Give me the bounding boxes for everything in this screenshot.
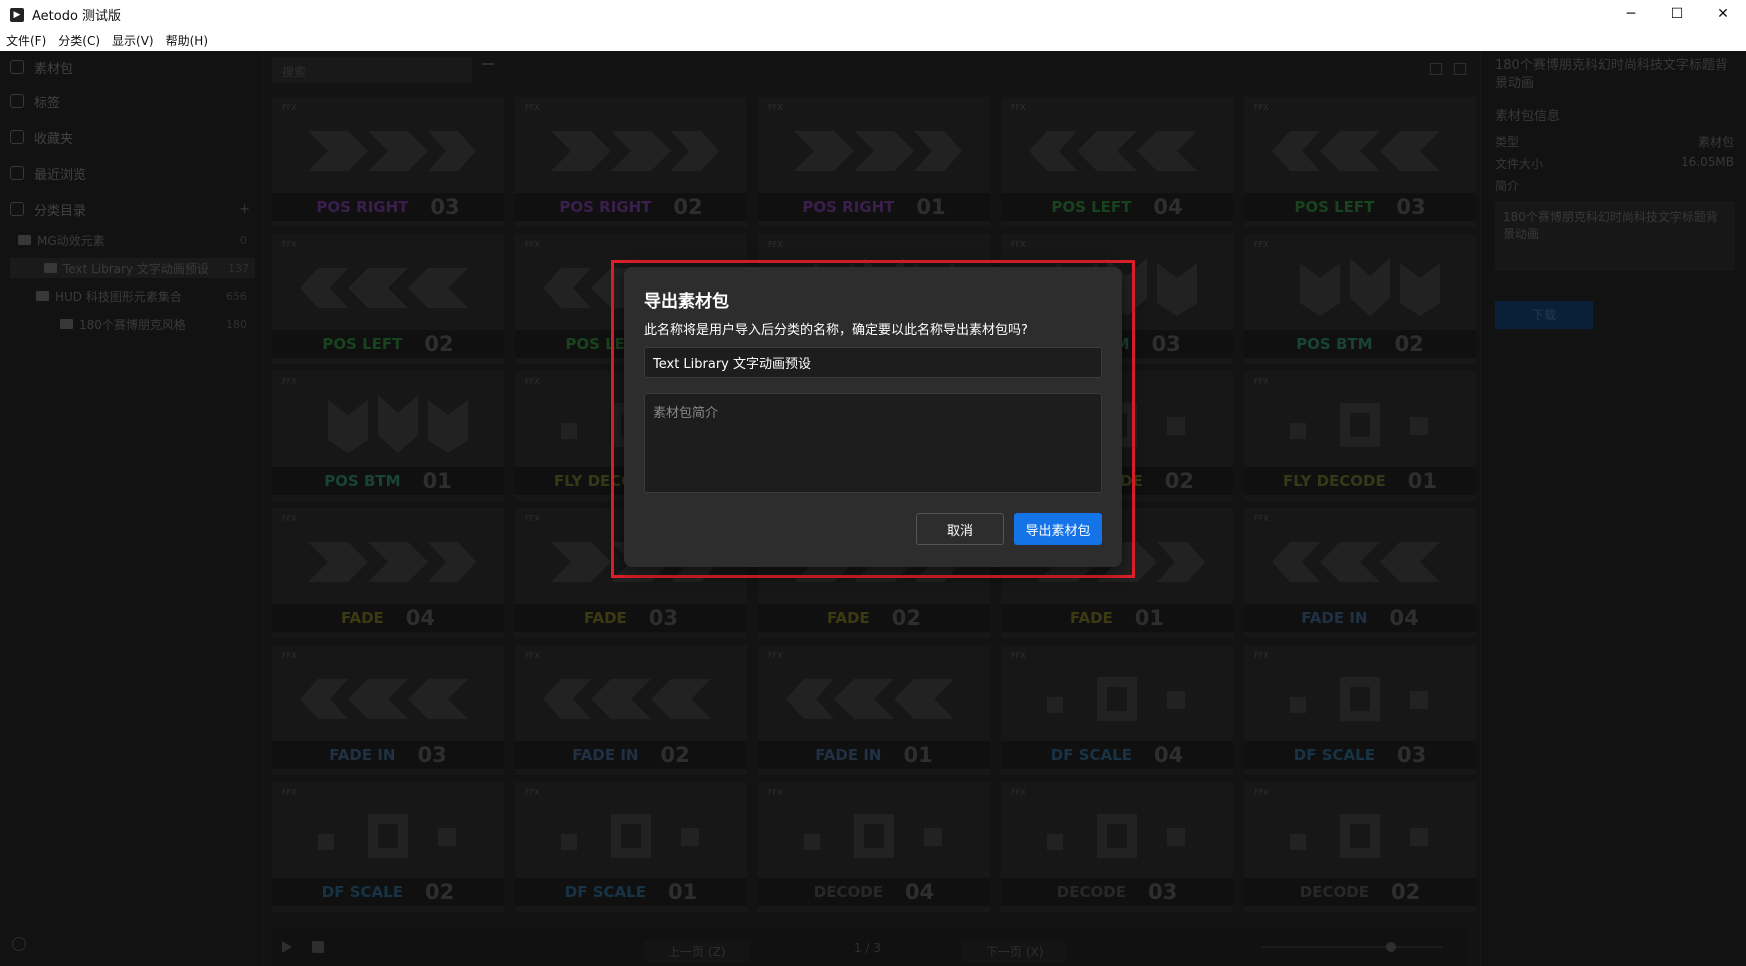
dialog-message: 此名称将是用户导入后分类的名称，确定要以此名称导出素材包吗?	[644, 323, 1028, 338]
menu-bar: 文件(F) 分类(C) 显示(V) 帮助(H)	[0, 29, 1746, 51]
export-package-dialog: 导出素材包 此名称将是用户导入后分类的名称，确定要以此名称导出素材包吗? 取消 …	[624, 267, 1122, 567]
dialog-title: 导出素材包	[644, 292, 729, 312]
close-button[interactable]: ✕	[1700, 0, 1746, 29]
package-intro-textarea[interactable]	[644, 393, 1102, 493]
app-logo-icon: ▶	[10, 7, 24, 22]
maximize-button[interactable]: ☐	[1654, 0, 1700, 29]
package-name-input[interactable]	[644, 347, 1102, 378]
window-title: Aetodo 测试版	[32, 9, 122, 24]
menu-file[interactable]: 文件(F)	[6, 32, 46, 49]
title-bar: ▶ Aetodo 测试版 ─ ☐ ✕	[0, 0, 1746, 29]
export-package-button[interactable]: 导出素材包	[1014, 513, 1102, 545]
menu-category[interactable]: 分类(C)	[58, 32, 100, 49]
menu-help[interactable]: 帮助(H)	[166, 32, 208, 49]
minimize-button[interactable]: ─	[1608, 0, 1654, 29]
cancel-button[interactable]: 取消	[916, 513, 1004, 545]
menu-view[interactable]: 显示(V)	[112, 32, 154, 49]
